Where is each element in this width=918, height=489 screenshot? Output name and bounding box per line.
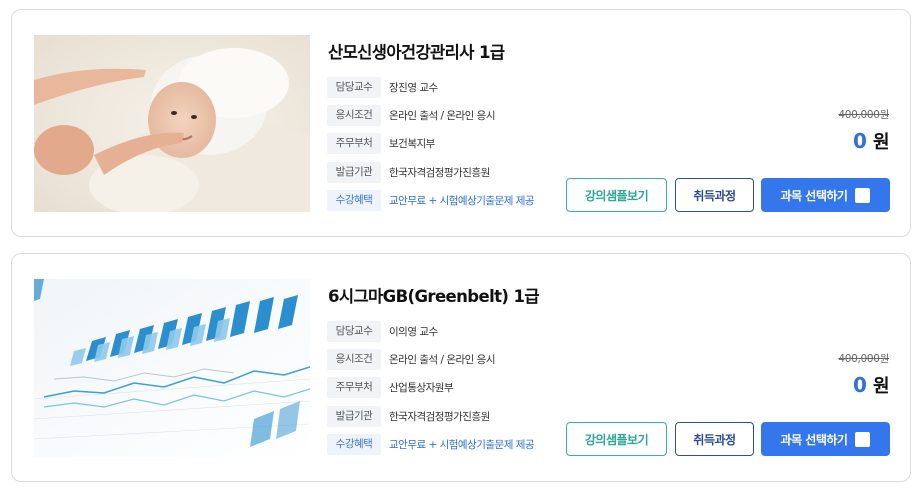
info-label: 수강혜택 xyxy=(327,433,381,455)
baby-photo-image xyxy=(34,35,310,212)
price-currency: 원 xyxy=(872,376,890,397)
course-card: 산모신생아건강관리사 1급 담당교수 장진영 교수 응시조건 온라인 출석 / … xyxy=(11,9,911,237)
info-row-issuer: 발급기관 한국자격검정평가진흥원 xyxy=(327,161,490,183)
course-title[interactable]: 6시그마GB(Greenbelt) 1급 xyxy=(328,283,540,307)
info-label: 주무부처 xyxy=(327,132,381,154)
course-card: 6시그마GB(Greenbelt) 1급 담당교수 이의영 교수 응시조건 온라… xyxy=(11,253,911,482)
sale-price: 0 원 xyxy=(853,372,889,398)
select-course-button[interactable]: 과목 선택하기 xyxy=(761,422,890,456)
acquisition-process-button[interactable]: 취득과정 xyxy=(675,178,754,212)
price-amount: 0 xyxy=(853,129,867,153)
info-label: 수강혜택 xyxy=(327,189,381,211)
course-thumbnail-chart[interactable] xyxy=(34,279,310,457)
info-label: 주무부처 xyxy=(327,376,381,398)
select-course-label: 과목 선택하기 xyxy=(780,432,848,447)
chart-photo-image xyxy=(34,279,310,457)
info-value: 한국자격검정평가진흥원 xyxy=(389,166,490,179)
info-label: 담당교수 xyxy=(327,76,381,98)
course-title[interactable]: 산모신생아건강관리사 1급 xyxy=(328,39,505,63)
info-label: 발급기관 xyxy=(327,161,381,183)
info-row-professor: 담당교수 이의영 교수 xyxy=(327,320,438,342)
info-row-benefit: 수강혜택 교안무료 + 시험예상기출문제 제공 xyxy=(327,189,535,211)
info-label: 응시조건 xyxy=(327,348,381,370)
price-amount: 0 xyxy=(853,373,867,397)
checkbox-icon[interactable] xyxy=(855,187,871,203)
info-row-benefit: 수강혜택 교안무료 + 시험예상기출문제 제공 xyxy=(327,433,535,455)
info-row-exam-condition: 응시조건 온라인 출석 / 온라인 응시 xyxy=(327,104,496,126)
info-row-issuer: 발급기관 한국자격검정평가진흥원 xyxy=(327,405,490,427)
price-currency: 원 xyxy=(872,132,890,153)
info-label: 담당교수 xyxy=(327,320,381,342)
info-value: 한국자격검정평가진흥원 xyxy=(389,410,490,423)
info-value: 산업통상자원부 xyxy=(389,381,454,394)
select-course-label: 과목 선택하기 xyxy=(780,188,848,203)
info-value: 장진영 교수 xyxy=(389,81,438,94)
lecture-sample-button[interactable]: 강의샘플보기 xyxy=(566,178,667,212)
info-row-exam-condition: 응시조건 온라인 출석 / 온라인 응시 xyxy=(327,348,496,370)
sale-price: 0 원 xyxy=(853,128,889,154)
info-row-ministry: 주무부처 산업통상자원부 xyxy=(327,376,454,398)
course-thumbnail-baby[interactable] xyxy=(34,35,310,212)
info-value: 온라인 출석 / 온라인 응시 xyxy=(389,353,496,366)
acquisition-process-button[interactable]: 취득과정 xyxy=(675,422,754,456)
info-value: 교안무료 + 시험예상기출문제 제공 xyxy=(389,194,535,207)
info-row-professor: 담당교수 장진영 교수 xyxy=(327,76,438,98)
lecture-sample-button[interactable]: 강의샘플보기 xyxy=(566,422,667,456)
info-value: 온라인 출석 / 온라인 응시 xyxy=(389,109,496,122)
info-value: 보건복지부 xyxy=(389,137,435,150)
info-label: 응시조건 xyxy=(327,104,381,126)
info-label: 발급기관 xyxy=(327,405,381,427)
original-price: 400,000원 xyxy=(838,109,889,121)
info-value: 이의영 교수 xyxy=(389,325,438,338)
info-row-ministry: 주무부처 보건복지부 xyxy=(327,132,435,154)
original-price: 400,000원 xyxy=(838,353,889,365)
info-value: 교안무료 + 시험예상기출문제 제공 xyxy=(389,438,535,451)
select-course-button[interactable]: 과목 선택하기 xyxy=(761,178,890,212)
checkbox-icon[interactable] xyxy=(855,431,871,447)
